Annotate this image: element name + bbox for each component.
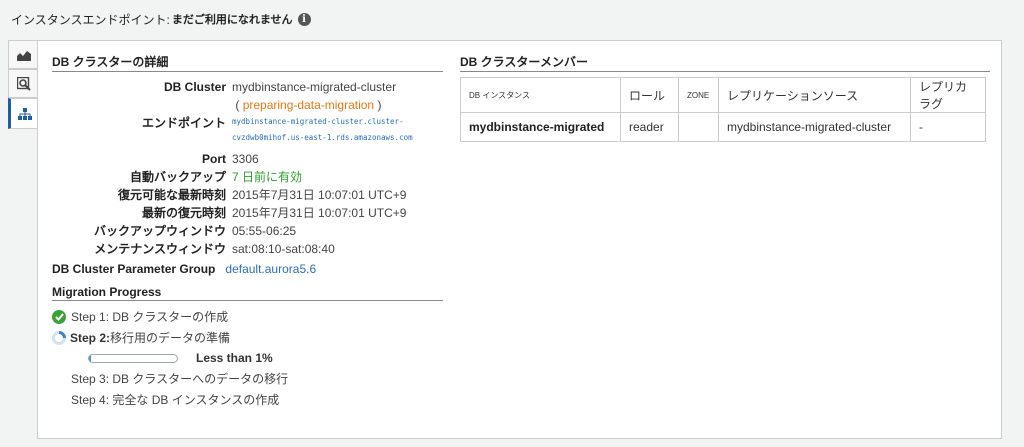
- restorable-label: 復元可能な最新時刻: [117, 188, 226, 202]
- progress-label: Less than 1%: [196, 351, 273, 365]
- backup-value: 7 日前に有効: [232, 170, 303, 184]
- detail-row-maintenance: メンテナンスウィンドウ sat:08:10-sat:08:40: [52, 240, 443, 258]
- cell-db-instance[interactable]: mydbinstance-migrated: [460, 112, 621, 142]
- detail-row-endpoint: エンドポイント mydbinstance-migrated-cluster.cl…: [52, 114, 443, 146]
- col-db-instance[interactable]: DB インスタンス: [460, 77, 621, 113]
- chart-icon: [16, 50, 31, 61]
- cluster-value: mydbinstance-migrated-cluster: [232, 80, 397, 94]
- cluster-details: DB クラスターの詳細 DB Cluster mydbinstance-migr…: [52, 53, 443, 278]
- step-1-text: Step 1: DB クラスターの作成: [71, 310, 229, 324]
- maintenance-label: メンテナンスウィンドウ: [94, 242, 226, 256]
- detail-row-cluster: DB Cluster mydbinstance-migrated-cluster…: [52, 78, 443, 114]
- detail-row-port: Port 3306: [52, 150, 443, 168]
- detail-row-restorable: 復元可能な最新時刻 2015年7月31日 10:07:01 UTC+9: [52, 186, 443, 204]
- cell-replication-source: mydbinstance-migrated-cluster: [718, 112, 911, 142]
- col-replication-source[interactable]: レプリケーションソース: [718, 77, 911, 113]
- status-open: (: [235, 98, 240, 112]
- col-zone[interactable]: ZONE: [678, 77, 719, 113]
- step-3-text: Step 3: DB クラスターへのデータの移行: [71, 372, 289, 386]
- latest-restore-label: 最新の復元時刻: [141, 206, 226, 220]
- backup-label: 自動バックアップ: [129, 170, 226, 184]
- backup-window-label: バックアップウィンドウ: [93, 224, 226, 238]
- hierarchy-icon: [17, 107, 32, 120]
- backup-window-value: 05:55-06:25: [232, 224, 297, 238]
- migration-title: Migration Progress: [52, 285, 443, 301]
- check-circle-icon: [52, 309, 66, 324]
- tab-hierarchy[interactable]: [8, 98, 38, 129]
- endpoint-status-value: まだご利用になれません: [171, 14, 293, 26]
- cell-replica-lag: -: [910, 112, 986, 142]
- param-group-label: DB Cluster Parameter Group: [52, 262, 216, 276]
- details-title: DB クラスターの詳細: [52, 53, 443, 72]
- port-label: Port: [202, 152, 226, 166]
- instance-endpoint-status: インスタンスエンドポイント: まだご利用になれません i: [11, 10, 311, 28]
- cluster-label: DB Cluster: [163, 80, 226, 94]
- members-title: DB クラスターメンバー: [460, 53, 990, 72]
- endpoint-line-1[interactable]: mydbinstance-migrated-cluster.cluster-: [232, 114, 413, 130]
- maintenance-value: sat:08:10-sat:08:40: [232, 242, 335, 256]
- migration-progress: Migration Progress Step 1: DB クラスターの作成 S…: [52, 285, 443, 410]
- endpoint-label: エンドポイント: [141, 116, 226, 130]
- detail-row-param-group: DB Cluster Parameter Group default.auror…: [52, 260, 443, 278]
- progress-bar: [88, 353, 178, 363]
- step-2-text: 移行用のデータの準備: [110, 331, 231, 345]
- latest-restore-value: 2015年7月31日 10:07:01 UTC+9: [232, 206, 407, 220]
- port-value: 3306: [232, 152, 259, 166]
- progress-fill: [89, 354, 91, 362]
- table-row[interactable]: mydbinstance-migrated reader mydbinstanc…: [460, 112, 986, 142]
- cell-role: reader: [620, 112, 679, 142]
- detail-row-backup: 自動バックアップ 7 日前に有効: [52, 168, 443, 186]
- search-icon: [16, 76, 31, 91]
- step-3: Step 3: DB クラスターへのデータの移行: [52, 368, 443, 389]
- step-1: Step 1: DB クラスターの作成: [52, 306, 443, 327]
- cell-zone: [678, 112, 719, 142]
- param-group-link[interactable]: default.aurora5.6: [225, 260, 316, 278]
- step-2: Step 2: 移行用のデータの準備: [52, 327, 443, 348]
- restorable-value: 2015年7月31日 10:07:01 UTC+9: [232, 188, 407, 202]
- spinner-icon: [52, 330, 66, 345]
- info-icon[interactable]: i: [297, 12, 311, 26]
- tab-monitoring[interactable]: [8, 40, 38, 69]
- cluster-panel: DB クラスターの詳細 DB Cluster mydbinstance-migr…: [37, 40, 1002, 439]
- step-2-progress: Less than 1%: [88, 348, 443, 368]
- side-tab-bar: [8, 40, 38, 129]
- col-replica-lag[interactable]: レプリカラグ: [910, 77, 986, 113]
- detail-row-latest-restore: 最新の復元時刻 2015年7月31日 10:07:01 UTC+9: [52, 204, 443, 222]
- detail-row-backup-window: バックアップウィンドウ 05:55-06:25: [52, 222, 443, 240]
- cluster-status: preparing-data-migration: [242, 98, 375, 112]
- step-4-text: Step 4: 完全な DB インスタンスの作成: [71, 393, 280, 407]
- members-header-row: DB インスタンス ロール ZONE レプリケーションソース レプリカラグ: [460, 77, 986, 113]
- step-2-prefix: Step 2:: [70, 330, 111, 345]
- endpoint-status-label: インスタンスエンドポイント:: [11, 12, 170, 27]
- step-4: Step 4: 完全な DB インスタンスの作成: [52, 389, 443, 410]
- status-close: ): [377, 98, 382, 112]
- tab-search[interactable]: [8, 69, 38, 98]
- col-role[interactable]: ロール: [620, 77, 679, 113]
- endpoint-line-2[interactable]: cvzdwb0mihof.us-east-1.rds.amazonaws.com: [232, 130, 413, 146]
- cluster-members: DB クラスターメンバー DB インスタンス ロール ZONE レプリケーション…: [460, 53, 990, 142]
- members-table: DB インスタンス ロール ZONE レプリケーションソース レプリカラグ my…: [460, 77, 986, 142]
